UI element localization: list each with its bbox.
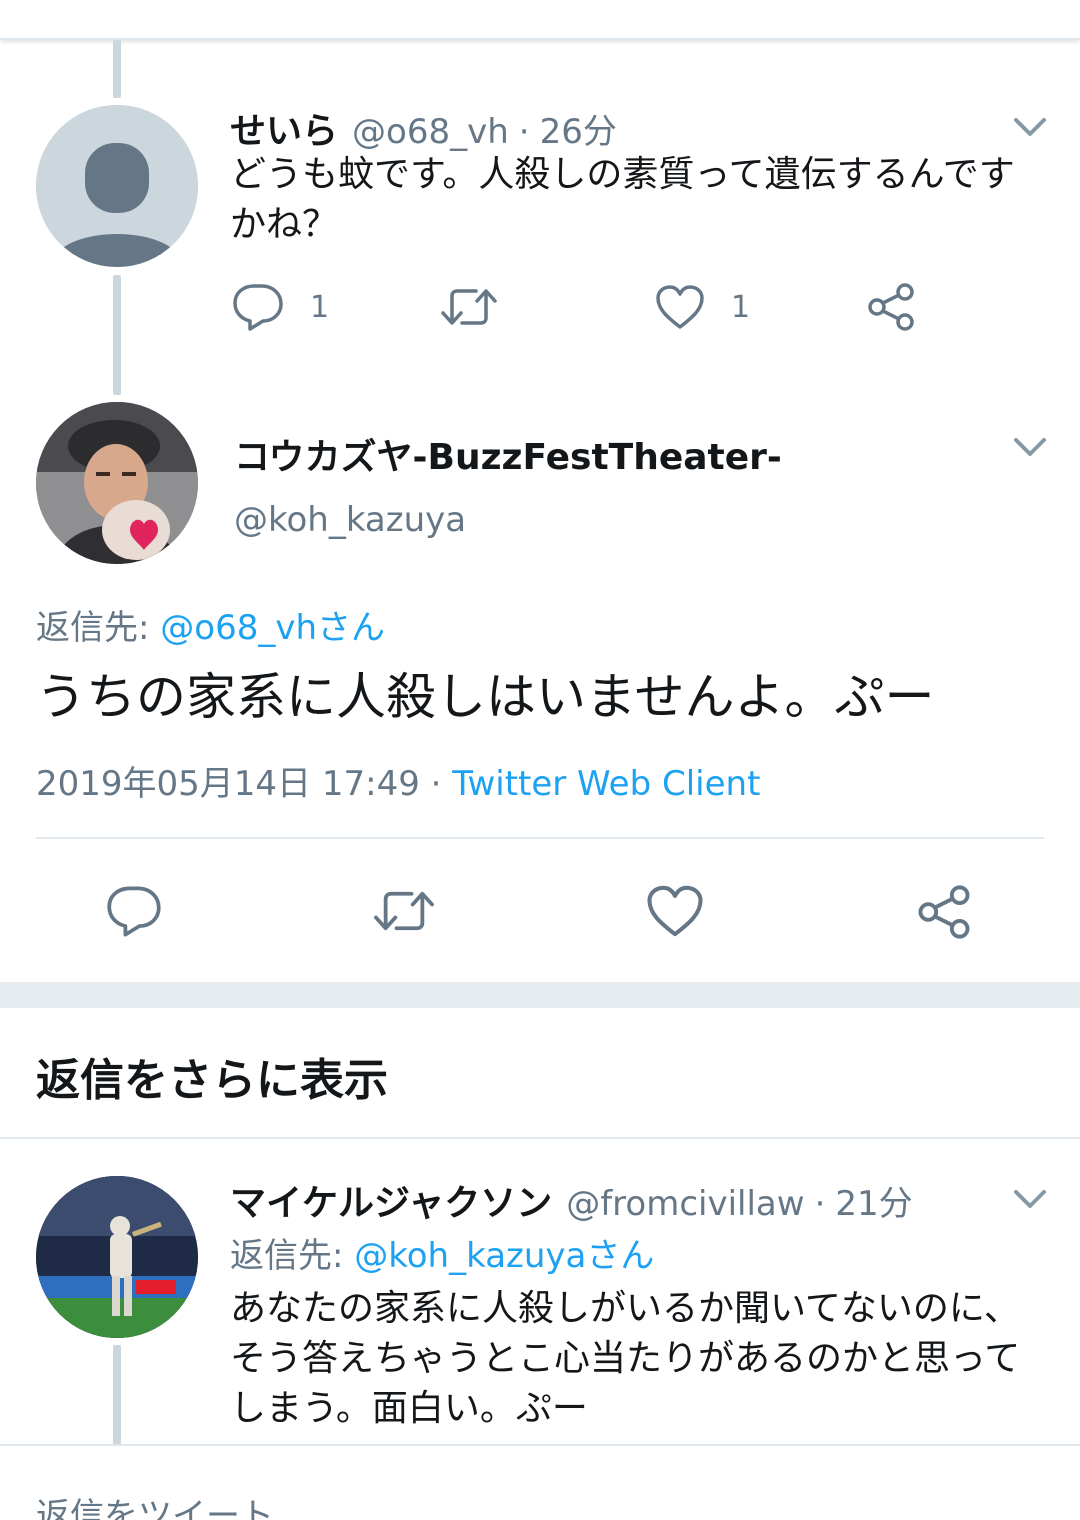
reply-to-label: 返信先: — [230, 1236, 344, 1276]
display-name[interactable]: マイケルジャクソン — [230, 1174, 552, 1226]
tweet-text: どうも蚊です。人殺しの素質って遺伝するんですかね？ — [230, 154, 1015, 245]
share-icon — [868, 283, 914, 331]
separator: · — [814, 1184, 826, 1224]
profile-photo — [36, 1176, 198, 1338]
client-link[interactable]: Twitter Web Client — [452, 764, 760, 804]
separator: · — [518, 112, 530, 152]
reply-to-label: 返信先: — [36, 608, 150, 648]
reply-to-line: 返信先: @koh_kazuyaさん — [230, 1228, 654, 1277]
reply-to-user-link[interactable]: @o68_vhさん — [160, 608, 385, 648]
retweet-button[interactable] — [372, 884, 436, 938]
tweet-datetime: 2019年05月14日 17:49 — [36, 764, 420, 804]
reply-icon — [233, 284, 283, 331]
separator: · — [430, 764, 442, 804]
chevron-down-icon[interactable] — [1010, 1184, 1050, 1214]
timestamp[interactable]: 26分 — [540, 104, 617, 153]
tweet-text: うちの家系に人殺しはいませんよ。ぷー — [36, 668, 935, 726]
tweet-text: あなたの家系に人殺しがいるか聞いてないのに、そう答えちゃうとこ心当たりがあるのか… — [230, 1288, 1021, 1429]
avatar[interactable] — [36, 105, 198, 267]
section-separator — [0, 982, 1080, 1008]
thread-line — [113, 1345, 121, 1445]
retweet-button[interactable] — [440, 282, 498, 332]
reply-button[interactable]: 1 — [232, 282, 329, 332]
tweet-header: せいら @o68_vh · 26分 — [230, 102, 617, 152]
like-count: 1 — [731, 289, 751, 325]
reply-to-line: 返信先: @o68_vhさん — [36, 600, 385, 649]
share-button[interactable] — [866, 282, 916, 332]
reply-count: 1 — [310, 289, 330, 325]
show-more-replies-button[interactable]: 返信をさらに表示 — [36, 1044, 388, 1108]
avatar[interactable] — [36, 1176, 198, 1338]
top-bar — [0, 0, 1080, 40]
display-name[interactable]: コウカズヤ-BuzzFestTheater- — [234, 428, 782, 480]
display-name[interactable]: せいら — [230, 102, 338, 154]
reply-to-user-link[interactable]: @koh_kazuyaさん — [354, 1236, 654, 1276]
chevron-down-icon[interactable] — [1010, 432, 1050, 462]
divider — [36, 837, 1044, 839]
like-icon — [647, 885, 703, 937]
reply-compose-field[interactable]: 返信をツイート — [36, 1488, 274, 1520]
profile-photo — [36, 402, 198, 564]
retweet-icon — [374, 891, 434, 931]
like-button[interactable] — [646, 884, 704, 938]
chevron-down-icon[interactable] — [1010, 112, 1050, 142]
reply-icon — [107, 886, 161, 937]
handle[interactable]: @fromcivillaw — [566, 1184, 804, 1224]
share-icon — [918, 885, 970, 939]
thread-line — [113, 40, 121, 98]
share-button[interactable] — [916, 884, 972, 940]
avatar[interactable] — [36, 402, 198, 564]
tweet-header: マイケルジャクソン @fromcivillaw · 21分 — [230, 1174, 913, 1224]
default-avatar-icon — [36, 105, 198, 267]
reply-button[interactable] — [106, 884, 162, 938]
handle[interactable]: @o68_vh — [352, 112, 509, 152]
like-button[interactable]: 1 — [655, 282, 750, 332]
tweet-meta: 2019年05月14日 17:49 · Twitter Web Client — [36, 756, 760, 805]
divider — [0, 1444, 1080, 1446]
handle[interactable]: @koh_kazuya — [234, 500, 466, 540]
timestamp[interactable]: 21分 — [835, 1176, 912, 1225]
thread-line — [113, 275, 121, 395]
divider — [0, 1137, 1080, 1139]
retweet-icon — [441, 289, 497, 325]
like-icon — [656, 285, 704, 329]
